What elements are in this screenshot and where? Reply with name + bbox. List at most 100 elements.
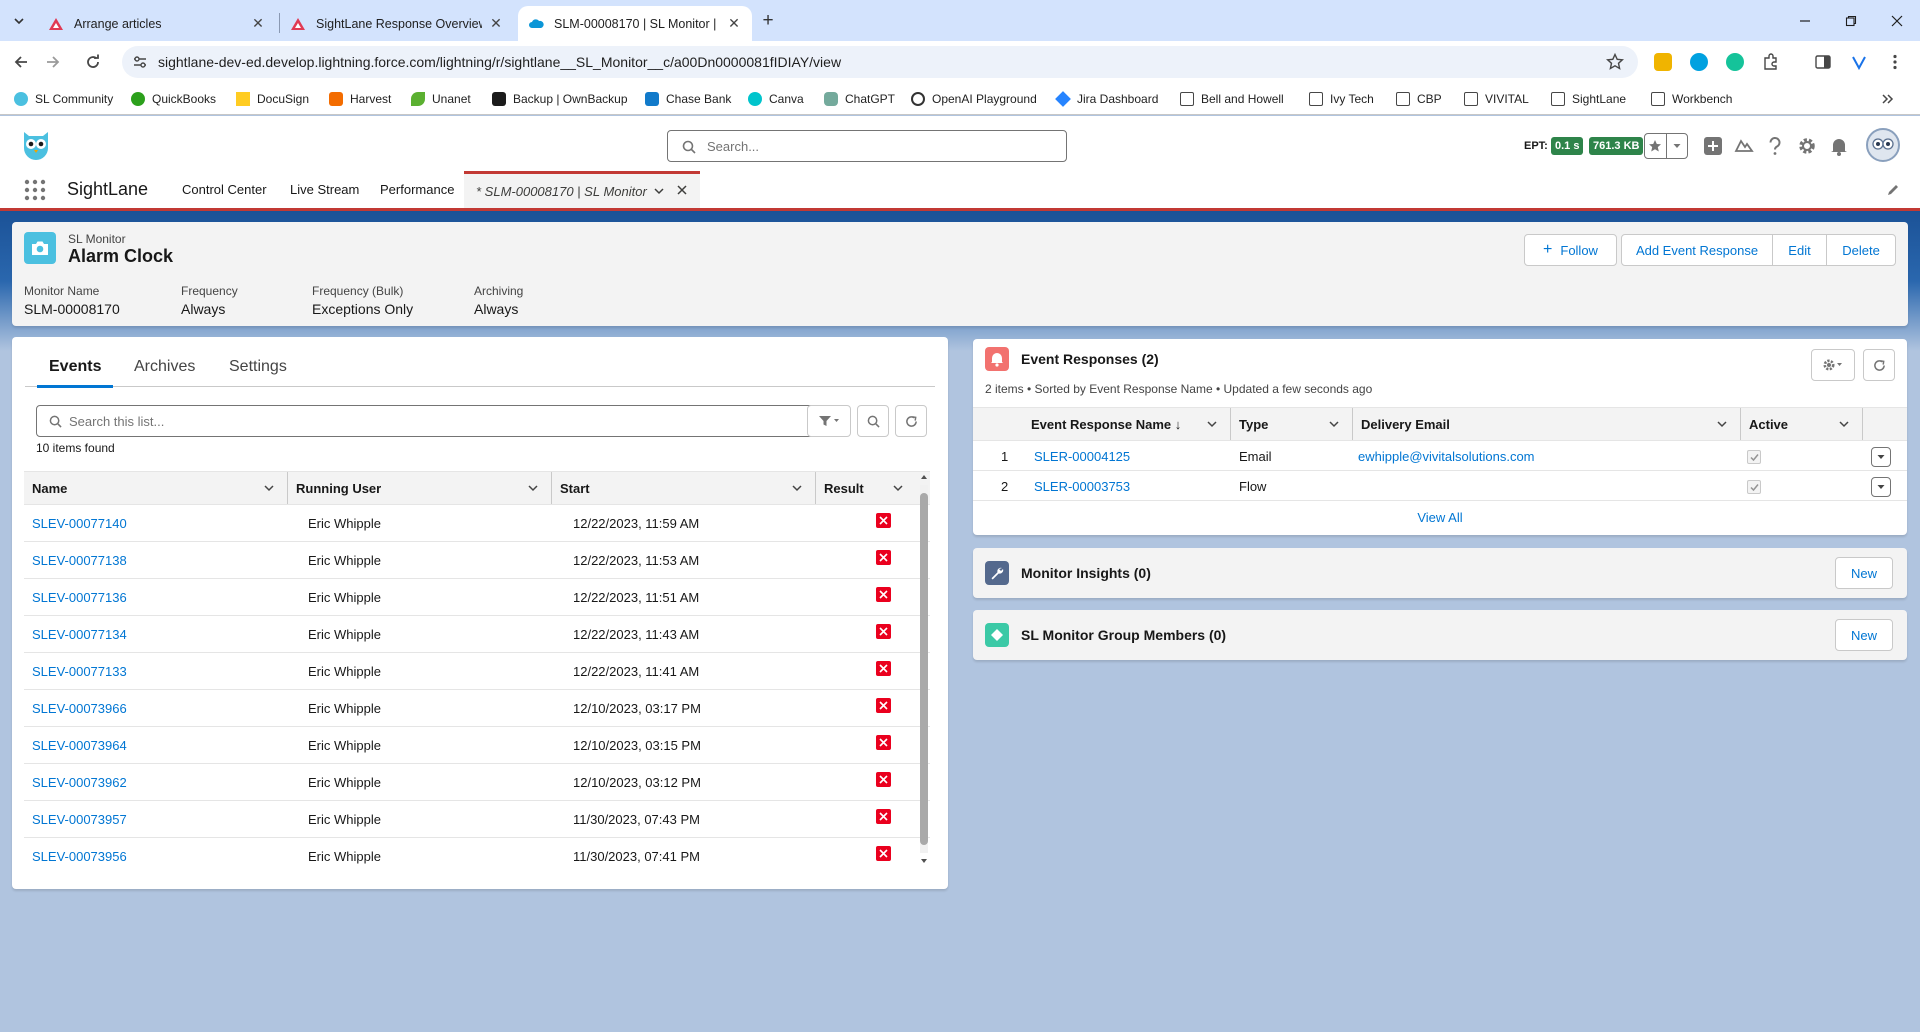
bookmark-chatgpt[interactable]: ChatGPT — [824, 91, 895, 107]
close-window-button[interactable] — [1874, 0, 1920, 41]
event-name-link[interactable]: SLEV-00077134 — [32, 627, 127, 642]
chevron-down-icon[interactable] — [527, 482, 539, 494]
column-header-start[interactable]: Start — [552, 472, 816, 504]
browser-menu-icon[interactable] — [1886, 53, 1904, 71]
event-response-name-link[interactable]: SLER-00003753 — [1034, 479, 1130, 494]
bookmark-cbp[interactable]: CBP — [1396, 91, 1442, 107]
bookmark-canva[interactable]: Canva — [748, 91, 804, 107]
new-tab-button[interactable]: + — [757, 10, 779, 32]
list-search-input[interactable]: Search this list... — [36, 405, 814, 437]
refresh-button[interactable] — [895, 405, 927, 437]
column-header-result[interactable]: Result — [816, 472, 916, 504]
scroll-up-icon[interactable] — [918, 471, 930, 483]
bookmark-jira-dashboard[interactable]: Jira Dashboard — [1055, 91, 1158, 107]
bookmark-docusign[interactable]: DocuSign — [236, 91, 309, 107]
group-members-title[interactable]: SL Monitor Group Members (0) — [1021, 627, 1226, 643]
column-header-name[interactable]: Name — [24, 472, 288, 504]
owl-logo-icon[interactable] — [20, 128, 52, 162]
close-tab-icon[interactable]: ✕ — [488, 15, 504, 32]
tab-settings[interactable]: Settings — [229, 358, 287, 376]
nav-tab-sl-monitor-record[interactable]: * SLM-00008170 | SL Monitor — [464, 171, 700, 208]
bookmark-ivy-tech[interactable]: Ivy Tech — [1309, 91, 1374, 107]
chevron-down-icon[interactable] — [1716, 418, 1728, 430]
column-header-running-user[interactable]: Running User — [288, 472, 552, 504]
bookmark-harvest[interactable]: Harvest — [329, 91, 391, 107]
user-avatar[interactable] — [1866, 128, 1900, 162]
tab-events[interactable]: Events — [36, 358, 115, 388]
row-actions-button[interactable] — [1871, 477, 1891, 497]
event-name-link[interactable]: SLEV-00077133 — [32, 664, 127, 679]
bookmark-star-icon[interactable] — [1606, 53, 1624, 71]
list-settings-button[interactable] — [1811, 349, 1855, 381]
column-header-delivery-email[interactable]: Delivery Email — [1353, 408, 1741, 440]
bookmark-workbench[interactable]: Workbench — [1651, 91, 1732, 107]
filter-button[interactable] — [807, 405, 851, 437]
view-all-link[interactable]: View All — [973, 503, 1907, 533]
nav-item-live-stream[interactable]: Live Stream — [290, 182, 359, 197]
global-actions-button[interactable] — [1702, 135, 1724, 157]
site-info-icon[interactable] — [132, 54, 148, 70]
setup-button[interactable] — [1796, 135, 1818, 157]
chevron-down-icon[interactable] — [1838, 418, 1850, 430]
chevron-down-icon[interactable] — [1328, 418, 1340, 430]
bookmark-sightlane[interactable]: SightLane — [1551, 91, 1626, 107]
event-name-link[interactable]: SLEV-00077138 — [32, 553, 127, 568]
bookmark-sl-community[interactable]: SL Community — [14, 91, 113, 107]
nav-item-performance[interactable]: Performance — [380, 182, 454, 197]
event-name-link[interactable]: SLEV-00077140 — [32, 516, 127, 531]
favorites-list-button[interactable] — [1665, 134, 1688, 158]
bookmark-bell-and-howell[interactable]: Bell and Howell — [1180, 91, 1284, 107]
close-tab-icon[interactable]: ✕ — [250, 15, 266, 32]
trailhead-button[interactable] — [1733, 135, 1755, 157]
notifications-button[interactable] — [1828, 135, 1850, 157]
chevron-down-icon[interactable] — [791, 482, 803, 494]
browser-tab-sl-monitor[interactable]: SLM-00008170 | SL Monitor | S ✕ — [518, 6, 752, 41]
close-icon[interactable] — [676, 184, 688, 196]
extensions-puzzle-icon[interactable] — [1762, 53, 1780, 71]
tab-archives[interactable]: Archives — [134, 358, 195, 376]
back-button[interactable] — [8, 49, 34, 75]
new-group-member-button[interactable]: New — [1835, 619, 1893, 651]
table-scrollbar[interactable] — [918, 471, 930, 867]
restore-button[interactable] — [1828, 0, 1874, 41]
event-name-link[interactable]: SLEV-00073964 — [32, 738, 127, 753]
event-responses-title[interactable]: Event Responses (2) — [1021, 351, 1159, 367]
app-launcher-icon[interactable] — [24, 179, 46, 201]
row-actions-button[interactable] — [1871, 447, 1891, 467]
bookmark-openai-playground[interactable]: OpenAI Playground — [911, 91, 1037, 107]
nav-item-control-center[interactable]: Control Center — [182, 182, 267, 197]
column-header-event-response-name[interactable]: Event Response Name ↓ — [1023, 408, 1231, 440]
scroll-down-icon[interactable] — [918, 855, 930, 867]
column-header-active[interactable]: Active — [1741, 408, 1863, 440]
global-search-input[interactable]: Search... — [667, 130, 1067, 162]
chevron-down-icon[interactable] — [263, 482, 275, 494]
chevron-down-icon[interactable] — [1206, 418, 1218, 430]
new-monitor-insight-button[interactable]: New — [1835, 557, 1893, 589]
event-name-link[interactable]: SLEV-00073956 — [32, 849, 127, 864]
chevron-down-icon[interactable] — [892, 482, 904, 494]
edit-nav-pencil-icon[interactable] — [1886, 183, 1900, 197]
delivery-email-link[interactable]: ewhipple@vivitalsolutions.com — [1358, 449, 1535, 464]
column-header-type[interactable]: Type — [1231, 408, 1353, 440]
event-response-name-link[interactable]: SLER-00004125 — [1034, 449, 1130, 464]
edit-button[interactable]: Edit — [1772, 234, 1827, 266]
search-button[interactable] — [857, 405, 889, 437]
event-name-link[interactable]: SLEV-00073957 — [32, 812, 127, 827]
bookmark-ownbackup[interactable]: Backup | OwnBackup — [492, 91, 628, 107]
tab-search-button[interactable] — [8, 10, 30, 32]
monitor-insights-title[interactable]: Monitor Insights (0) — [1021, 565, 1151, 581]
bookmark-vivital[interactable]: VIVITAL — [1464, 91, 1529, 107]
event-name-link[interactable]: SLEV-00073966 — [32, 701, 127, 716]
minimize-button[interactable] — [1782, 0, 1828, 41]
vivaldi-extension-icon[interactable] — [1850, 53, 1868, 71]
scroll-thumb[interactable] — [920, 493, 928, 845]
browser-tab-arrange-articles[interactable]: Arrange articles ✕ — [38, 6, 276, 41]
grammarly-icon[interactable] — [1726, 53, 1744, 71]
bookmark-quickbooks[interactable]: QuickBooks — [131, 91, 216, 107]
event-name-link[interactable]: SLEV-00073962 — [32, 775, 127, 790]
follow-button[interactable]: + Follow — [1524, 234, 1617, 266]
delete-button[interactable]: Delete — [1826, 234, 1896, 266]
more-bookmarks-button[interactable] — [1880, 91, 1894, 107]
chevron-down-icon[interactable] — [653, 185, 665, 197]
bookmark-chase-bank[interactable]: Chase Bank — [645, 91, 731, 107]
